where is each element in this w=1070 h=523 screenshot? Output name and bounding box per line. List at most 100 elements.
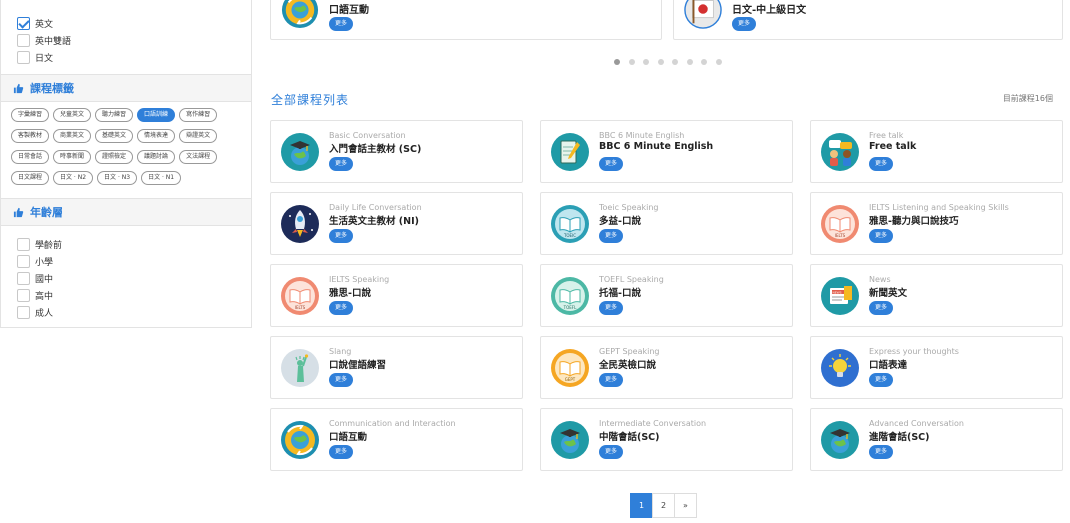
page-1-button[interactable]: 1: [630, 493, 653, 518]
age-checkbox[interactable]: [17, 306, 30, 319]
more-button[interactable]: 更多: [869, 301, 894, 315]
more-button[interactable]: 更多: [329, 17, 354, 31]
tag-chip[interactable]: 情境表達: [137, 129, 176, 143]
svg-text:NEWS: NEWS: [832, 291, 841, 295]
course-card[interactable]: Express your thoughts 口語表達 更多: [810, 336, 1063, 399]
tag-list: 字彙練習 兒童英文 聽力練習 口語訓練 寫作練習 客製教材 商業英文 基礎英文 …: [1, 102, 231, 198]
tag-chip[interactable]: 日文課程: [11, 171, 50, 185]
course-english-name: Express your thoughts: [869, 347, 959, 356]
more-button[interactable]: 更多: [869, 445, 894, 459]
course-card[interactable]: IELTS IELTS Speaking 雅思-口說更多: [270, 264, 523, 327]
course-title: 雅思-口說: [329, 288, 371, 299]
carousel-card[interactable]: 日文-中上級日文 更多: [673, 0, 1063, 40]
tag-chip[interactable]: 辯證英文: [179, 129, 218, 143]
checkbox-bilingual[interactable]: [17, 34, 30, 47]
age-option[interactable]: 學齡前: [17, 236, 251, 253]
carousel-dot[interactable]: [643, 59, 649, 65]
more-button[interactable]: 更多: [329, 229, 354, 243]
tag-chip[interactable]: 日文 · N2: [53, 171, 94, 185]
course-card[interactable]: TOEFL TOEFL Speaking 托福-口說 更多: [540, 264, 793, 327]
page-2-button[interactable]: 2: [652, 493, 675, 518]
more-button[interactable]: 更多: [599, 229, 624, 243]
tag-chip[interactable]: 證照檢定: [95, 150, 134, 164]
carousel-dot-active[interactable]: [614, 59, 620, 65]
tag-chip[interactable]: 兒童英文: [53, 108, 92, 122]
tag-chip[interactable]: 議題討論: [137, 150, 176, 164]
tag-chip[interactable]: 日常會話: [11, 150, 50, 164]
age-option[interactable]: 成人: [17, 304, 251, 321]
age-checkbox[interactable]: [17, 238, 30, 251]
checkbox-english[interactable]: [17, 17, 30, 30]
tag-chip[interactable]: 文法課程: [179, 150, 218, 164]
course-english-name: Free talk: [869, 131, 904, 140]
age-checkbox[interactable]: [17, 272, 30, 285]
course-english-name: Communication and Interaction: [329, 419, 456, 428]
next-page-button[interactable]: »: [674, 493, 697, 518]
notebook-pen-icon: [551, 133, 589, 171]
pagination: 1 2 »: [630, 493, 697, 518]
course-title: 托福-口說: [599, 288, 641, 299]
course-card[interactable]: Slang 口說俚語練習 更多: [270, 336, 523, 399]
tag-chip[interactable]: 日文 · N1: [141, 171, 182, 185]
tag-chip[interactable]: 日文 · N3: [97, 171, 138, 185]
course-english-name: BBC 6 Minute English: [599, 131, 685, 140]
carousel-dot[interactable]: [657, 59, 664, 65]
more-button[interactable]: 更多: [599, 157, 624, 171]
tag-chip[interactable]: 商業英文: [53, 129, 92, 143]
language-option-japanese[interactable]: 日文: [17, 49, 251, 66]
carousel-dots: [614, 59, 730, 65]
tag-chip[interactable]: 字彙練習: [11, 108, 50, 122]
age-option[interactable]: 小學: [17, 253, 251, 270]
more-button[interactable]: 更多: [869, 157, 894, 171]
course-card[interactable]: NEWS News 新聞英文 更多: [810, 264, 1063, 327]
course-english-name: News: [869, 275, 891, 284]
more-button[interactable]: 更多: [329, 157, 354, 171]
course-card[interactable]: Intermediate Conversation 中階會話(SC) 更多: [540, 408, 793, 471]
age-checkbox[interactable]: [17, 289, 30, 302]
language-label: 英中雙語: [35, 37, 72, 47]
more-button[interactable]: 更多: [329, 445, 354, 459]
tag-chip[interactable]: 寫作練習: [179, 108, 218, 122]
tag-chip[interactable]: 客製教材: [11, 129, 50, 143]
course-card[interactable]: GEPT GEPT Speaking 全民英檢口說 更多: [540, 336, 793, 399]
course-card[interactable]: TOEIC Toeic Speaking 多益-口說 更多: [540, 192, 793, 255]
more-button[interactable]: 更多: [732, 17, 757, 31]
tag-chip[interactable]: 基礎英文: [95, 129, 134, 143]
more-button[interactable]: 更多: [329, 373, 354, 387]
age-option[interactable]: 高中: [17, 287, 251, 304]
more-button[interactable]: 更多: [599, 445, 624, 459]
age-checkbox[interactable]: [17, 255, 30, 268]
more-button[interactable]: 更多: [869, 373, 894, 387]
carousel-dot[interactable]: [715, 59, 722, 65]
ielts-book-icon: IELTS: [281, 277, 319, 315]
course-card[interactable]: IELTS IELTS Listening and Speaking Skills…: [810, 192, 1063, 255]
course-english-name: Daily Life Conversation: [329, 203, 422, 212]
course-card[interactable]: Free talk Free talk 更多: [810, 120, 1063, 183]
course-card[interactable]: Advanced Conversation 進階會話(SC) 更多: [810, 408, 1063, 471]
course-english-name: Toeic Speaking: [599, 203, 659, 212]
more-button[interactable]: 更多: [599, 373, 624, 387]
course-card[interactable]: Daily Life Conversation 生活英文主教材 (NI) 更多: [270, 192, 523, 255]
carousel-dot[interactable]: [701, 59, 707, 65]
course-card[interactable]: BBC 6 Minute English BBC 6 Minute English…: [540, 120, 793, 183]
tag-chip[interactable]: 時事新聞: [53, 150, 92, 164]
rocket-icon: [281, 205, 319, 243]
language-option-english[interactable]: 英文: [17, 15, 251, 32]
checkbox-japanese[interactable]: [17, 51, 30, 64]
carousel-dot[interactable]: [686, 59, 693, 65]
more-button[interactable]: 更多: [329, 301, 354, 315]
language-option-bilingual[interactable]: 英中雙語: [17, 32, 251, 49]
course-english-name: IELTS Speaking: [329, 275, 390, 284]
more-button[interactable]: 更多: [599, 301, 624, 315]
tag-chip[interactable]: 聽力練習: [95, 108, 134, 122]
age-option[interactable]: 國中: [17, 270, 251, 287]
carousel-dot[interactable]: [628, 59, 635, 65]
course-card[interactable]: Communication and Interaction 口語互動 更多: [270, 408, 523, 471]
carousel-card[interactable]: 口語互動 更多: [270, 0, 662, 40]
more-button[interactable]: 更多: [869, 229, 894, 243]
carousel-dot[interactable]: [672, 59, 678, 65]
course-card[interactable]: Basic Conversation 入門會話主教材 (SC) 更多: [270, 120, 523, 183]
tag-chip-active[interactable]: 口語訓練: [137, 108, 176, 122]
course-count: 目前課程16個: [1002, 94, 1053, 103]
course-english-name: IELTS Listening and Speaking Skills: [869, 203, 1009, 212]
